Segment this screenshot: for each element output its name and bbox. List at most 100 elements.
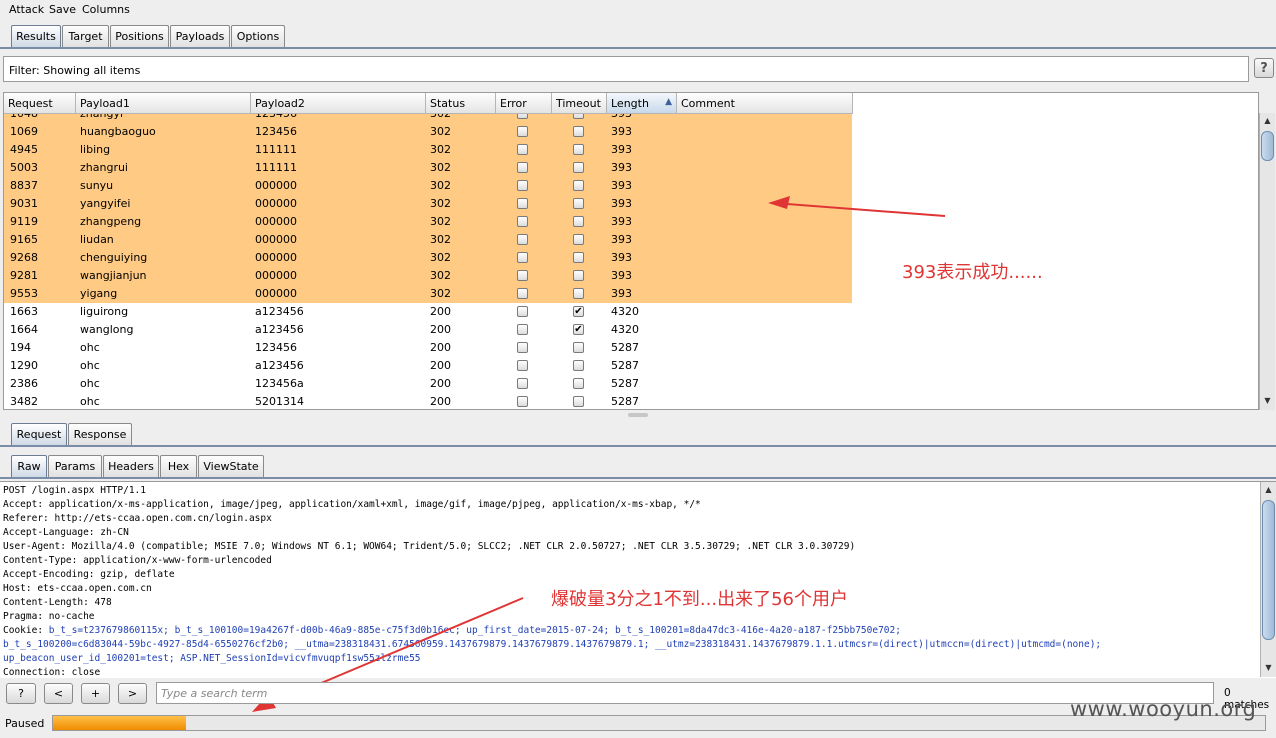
menu-save[interactable]: Save (49, 3, 76, 16)
cell-payload2: 5201314 (255, 395, 304, 408)
table-row[interactable]: 4945 libing 111111 302 393 (4, 141, 852, 159)
menu-attack[interactable]: Attack (9, 3, 44, 16)
tab-hex[interactable]: Hex (160, 455, 197, 477)
tab-results[interactable]: Results (11, 25, 61, 47)
scroll-down-icon[interactable]: ▼ (1261, 660, 1276, 675)
timeout-checkbox[interactable] (573, 270, 584, 281)
error-checkbox[interactable] (517, 324, 528, 335)
error-checkbox[interactable] (517, 198, 528, 209)
tab-positions[interactable]: Positions (110, 25, 169, 47)
column-payload1[interactable]: Payload1 (76, 93, 251, 114)
error-checkbox[interactable] (517, 378, 528, 389)
table-row[interactable]: 9119 zhangpeng 000000 302 393 (4, 213, 852, 231)
filter-bar[interactable]: Filter: Showing all items (3, 56, 1249, 82)
timeout-checkbox[interactable] (573, 144, 584, 155)
search-next-button[interactable]: > (118, 683, 147, 704)
error-checkbox[interactable] (517, 114, 528, 119)
tab-raw[interactable]: Raw (11, 455, 47, 477)
cell-status: 200 (430, 341, 451, 354)
scroll-down-icon[interactable]: ▼ (1260, 393, 1275, 408)
table-row[interactable]: 9165 liudan 000000 302 393 (4, 231, 852, 249)
table-row[interactable]: 9281 wangjianjun 000000 302 393 (4, 267, 852, 285)
tab-payloads[interactable]: Payloads (170, 25, 230, 47)
table-row[interactable]: 194 ohc 123456 200 5287 (4, 339, 852, 357)
tab-headers[interactable]: Headers (103, 455, 159, 477)
table-row[interactable]: 9268 chenguiying 000000 302 393 (4, 249, 852, 267)
error-checkbox[interactable] (517, 126, 528, 137)
column-payload2[interactable]: Payload2 (251, 93, 426, 114)
cell-payload2: a123456 (255, 359, 304, 372)
request-scrollbar[interactable]: ▲ ▼ (1260, 482, 1276, 677)
table-row[interactable]: 2386 ohc 123456a 200 5287 (4, 375, 852, 393)
scroll-thumb[interactable] (1261, 131, 1274, 161)
tab-response[interactable]: Response (68, 423, 132, 445)
error-checkbox[interactable] (517, 342, 528, 353)
timeout-checkbox[interactable] (573, 216, 584, 227)
tab-target[interactable]: Target (62, 25, 109, 47)
timeout-checkbox[interactable] (573, 126, 584, 137)
error-checkbox[interactable] (517, 144, 528, 155)
timeout-checkbox[interactable] (573, 396, 584, 407)
timeout-checkbox[interactable] (573, 288, 584, 299)
error-checkbox[interactable] (517, 288, 528, 299)
cell-payload2: 000000 (255, 251, 297, 264)
search-help-button[interactable]: ? (6, 683, 36, 704)
raw-request-editor[interactable]: POST /login.aspx HTTP/1.1 Accept: applic… (0, 481, 1276, 678)
column-length[interactable]: Length ▲ (607, 93, 677, 114)
timeout-checkbox[interactable] (573, 114, 584, 119)
table-scrollbar[interactable]: ▲ ▼ (1259, 113, 1275, 410)
error-checkbox[interactable] (517, 216, 528, 227)
timeout-checkbox[interactable]: ✔ (573, 324, 584, 335)
table-row[interactable]: 1069 huangbaoguo 123456 302 393 (4, 123, 852, 141)
tab-viewstate[interactable]: ViewState (198, 455, 264, 477)
error-checkbox[interactable] (517, 252, 528, 263)
table-row[interactable]: 8837 sunyu 000000 302 393 (4, 177, 852, 195)
timeout-checkbox[interactable] (573, 234, 584, 245)
column-error[interactable]: Error (496, 93, 552, 114)
cell-request: 4945 (10, 143, 38, 156)
tab-params[interactable]: Params (48, 455, 102, 477)
table-row[interactable]: 1663 liguirong a123456 200 ✔ 4320 (4, 303, 852, 321)
tab-request[interactable]: Request (11, 423, 67, 445)
cell-payload1: wangjianjun (80, 269, 147, 282)
error-checkbox[interactable] (517, 234, 528, 245)
timeout-checkbox[interactable]: ✔ (573, 306, 584, 317)
table-row[interactable]: 9553 yigang 000000 302 393 (4, 285, 852, 303)
request-header: Content-Type: application/x-www-form-url… (3, 555, 272, 566)
search-add-button[interactable]: + (81, 683, 110, 704)
error-checkbox[interactable] (517, 396, 528, 407)
table-row[interactable]: 9031 yangyifei 000000 302 393 (4, 195, 852, 213)
filter-help-button[interactable]: ? (1254, 58, 1274, 78)
error-checkbox[interactable] (517, 270, 528, 281)
search-input[interactable] (156, 682, 1214, 704)
timeout-checkbox[interactable] (573, 162, 584, 173)
cell-request: 9119 (10, 215, 38, 228)
error-checkbox[interactable] (517, 180, 528, 191)
search-prev-button[interactable]: < (44, 683, 73, 704)
cell-request: 1290 (10, 359, 38, 372)
splitter-handle[interactable] (628, 413, 648, 417)
menu-columns[interactable]: Columns (82, 3, 130, 16)
table-row[interactable]: 1048 zhangyi 123456 302 393 (4, 114, 852, 123)
scroll-up-icon[interactable]: ▲ (1260, 113, 1275, 128)
scroll-up-icon[interactable]: ▲ (1261, 482, 1276, 497)
timeout-checkbox[interactable] (573, 198, 584, 209)
error-checkbox[interactable] (517, 162, 528, 173)
timeout-checkbox[interactable] (573, 360, 584, 371)
column-comment[interactable]: Comment (677, 93, 853, 114)
column-timeout[interactable]: Timeout (552, 93, 607, 114)
timeout-checkbox[interactable] (573, 378, 584, 389)
scroll-thumb[interactable] (1262, 500, 1275, 640)
timeout-checkbox[interactable] (573, 180, 584, 191)
error-checkbox[interactable] (517, 306, 528, 317)
table-row[interactable]: 1664 wanglong a123456 200 ✔ 4320 (4, 321, 852, 339)
table-row[interactable]: 5003 zhangrui 111111 302 393 (4, 159, 852, 177)
timeout-checkbox[interactable] (573, 252, 584, 263)
column-request[interactable]: Request (4, 93, 76, 114)
table-row[interactable]: 1290 ohc a123456 200 5287 (4, 357, 852, 375)
column-status[interactable]: Status (426, 93, 496, 114)
error-checkbox[interactable] (517, 360, 528, 371)
table-row[interactable]: 3482 ohc 5201314 200 5287 (4, 393, 852, 409)
tab-options[interactable]: Options (231, 25, 285, 47)
timeout-checkbox[interactable] (573, 342, 584, 353)
